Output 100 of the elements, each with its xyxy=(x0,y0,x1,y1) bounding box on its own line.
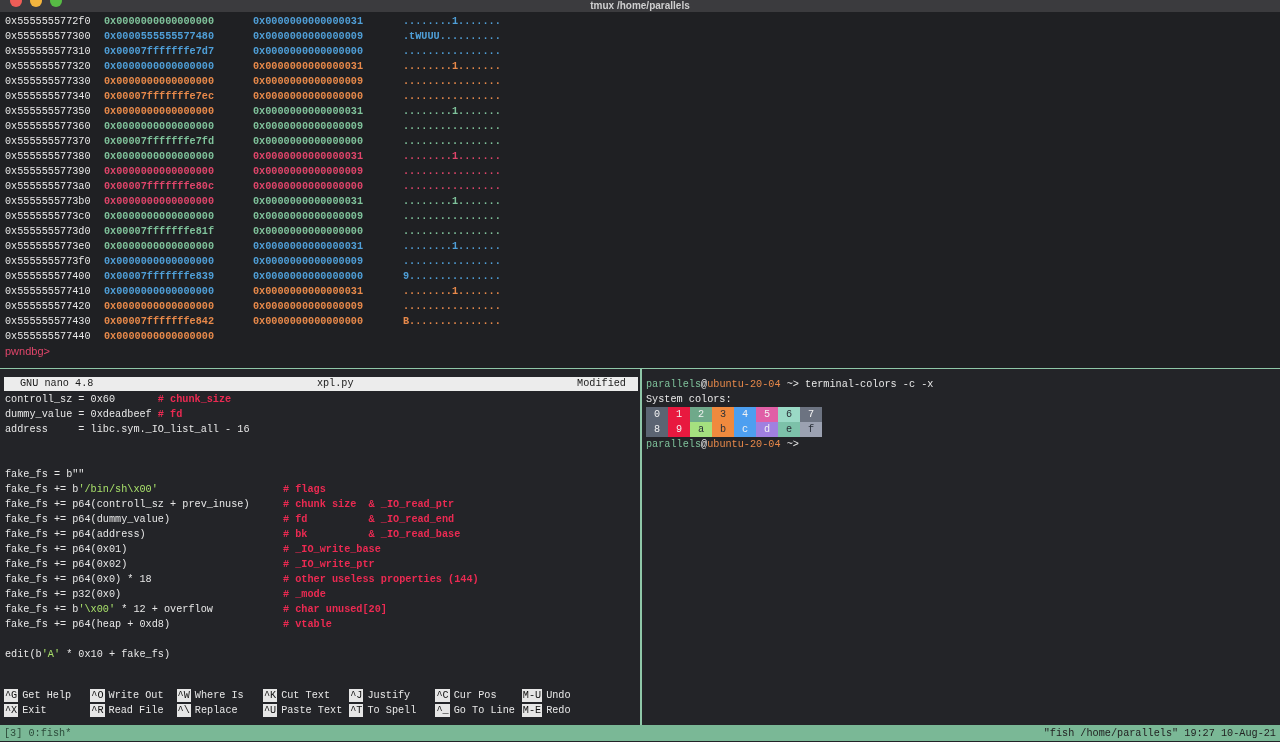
code-comment: # bk & _IO_read_base xyxy=(283,528,462,542)
color-swatch: 1 xyxy=(668,407,690,422)
ascii-dump: ................ xyxy=(403,225,502,239)
color-swatch: a xyxy=(690,422,712,437)
hex-value: 0x0000000000000009 xyxy=(253,210,365,224)
ascii-dump: ................ xyxy=(403,180,502,194)
ascii-dump: ................ xyxy=(403,75,502,89)
color-swatch: 2 xyxy=(690,407,712,422)
color-swatch: 8 xyxy=(646,422,668,437)
hex-value: 0x0000000000000009 xyxy=(253,120,365,134)
code-line: fake_fs += p64(0x02) xyxy=(5,558,129,572)
shortcut-label: Justify xyxy=(367,689,411,703)
code-comment: # chunk size & _IO_read_ptr xyxy=(283,498,456,512)
hex-value: 0x00007fffffffe839 xyxy=(104,270,216,284)
hex-value: 0x0000000000000000 xyxy=(253,270,365,284)
prompt-symbol: ~> xyxy=(786,439,799,450)
output-heading: System colors: xyxy=(646,393,733,407)
shortcut-key: ^R xyxy=(90,704,105,717)
color-swatch: 9 xyxy=(668,422,690,437)
code-line: fake_fs += b'/bin/sh\x00' xyxy=(5,483,159,497)
hex-value: 0x0000000000000000 xyxy=(253,180,365,194)
status-info: "fish /home/parallels" 19:27 10-Aug-21 xyxy=(1043,726,1276,741)
ascii-dump: B............... xyxy=(403,315,502,329)
hex-value: 0x00007fffffffe7fd xyxy=(104,135,216,149)
shortcut-key: ^J xyxy=(349,689,364,702)
shortcut-key: ^U xyxy=(262,704,278,717)
shortcut-label: Paste Text xyxy=(281,704,343,718)
prompt-user: parallels xyxy=(646,379,702,390)
prompt-host: ubuntu-20-04 xyxy=(707,379,781,390)
code-line: fake_fs += p32(0x0) xyxy=(5,588,123,602)
shortcut-label: Where Is xyxy=(194,689,244,703)
code-line: fake_fs += p64(0x01) xyxy=(5,543,129,557)
ascii-dump: .tWUUU.......... xyxy=(403,30,502,44)
ascii-dump: ................ xyxy=(403,300,502,314)
shortcut-label: Replace xyxy=(194,704,238,718)
shortcut-key: ^O xyxy=(90,689,105,702)
hex-value: 0x0000000000000000 xyxy=(104,255,216,269)
memory-address: 0x5555555773c0 xyxy=(5,210,92,224)
ascii-dump: ................ xyxy=(403,120,502,134)
memory-address: 0x5555555773d0 xyxy=(5,225,92,239)
hex-value: 0x00007fffffffe80c xyxy=(104,180,216,194)
hex-value: 0x0000000000000000 xyxy=(104,195,216,209)
color-swatch: f xyxy=(800,422,822,437)
prompt-symbol: ~> xyxy=(786,379,799,390)
code-line: fake_fs += p64(heap + 0xd8) xyxy=(5,618,172,632)
prompt-host: ubuntu-20-04 xyxy=(707,439,781,450)
memory-address: 0x555555577360 xyxy=(5,120,92,134)
ascii-dump: ................ xyxy=(403,165,502,179)
hex-value: 0x0000555555577480 xyxy=(104,30,216,44)
session-label: [3] 0:fish* xyxy=(4,726,72,741)
code-comment: # flags xyxy=(283,483,327,497)
hex-value: 0x0000000000000000 xyxy=(104,105,216,119)
hex-value: 0x0000000000000000 xyxy=(104,210,216,224)
hex-value: 0x00007fffffffe7d7 xyxy=(104,45,216,59)
memory-address: 0x555555577440 xyxy=(5,330,92,344)
hex-value: 0x0000000000000009 xyxy=(253,165,365,179)
hex-value: 0x0000000000000000 xyxy=(104,165,216,179)
ascii-dump: ........1....... xyxy=(403,15,502,29)
shortcut-key: ^G xyxy=(4,689,19,702)
memory-address: 0x555555577410 xyxy=(5,285,92,299)
hex-value: 0x0000000000000009 xyxy=(253,30,365,44)
color-swatch: b xyxy=(712,422,734,437)
window-title: tmux /home/parallels xyxy=(590,0,690,12)
hex-value: 0x0000000000000000 xyxy=(253,225,365,239)
shortcut-key: M-U xyxy=(521,689,543,702)
memory-address: 0x555555577350 xyxy=(5,105,92,119)
code-line: address = libc.sym._IO_list_all - 16 xyxy=(5,423,251,437)
color-swatch: 7 xyxy=(800,407,822,422)
ascii-dump: 9............... xyxy=(403,270,502,284)
shortcut-key: ^K xyxy=(262,689,278,702)
code-comment: # _mode xyxy=(283,588,327,602)
shortcut-label: Write Out xyxy=(108,689,164,703)
hex-value: 0x0000000000000000 xyxy=(253,45,365,59)
ascii-dump: ........1....... xyxy=(403,60,502,74)
code-comment: # fd & _IO_read_end xyxy=(283,513,456,527)
memory-address: 0x555555577300 xyxy=(5,30,92,44)
command-text: terminal-colors -c -x xyxy=(805,379,934,390)
hex-value: 0x0000000000000000 xyxy=(253,90,365,104)
code-comment: # other useless properties (144) xyxy=(283,573,480,587)
code-line: fake_fs = b"" xyxy=(5,468,86,482)
shortcut-key: ^\ xyxy=(176,704,191,717)
code-line: edit(b'A' * 0x10 + fake_fs) xyxy=(5,648,172,662)
shortcut-key: ^_ xyxy=(435,704,450,717)
color-swatch: 3 xyxy=(712,407,734,422)
hex-value: 0x0000000000000000 xyxy=(104,120,216,134)
code-line: fake_fs += p64(dummy_value) xyxy=(5,513,172,527)
code-line: fake_fs += p64(0x0) * 18 xyxy=(5,573,153,587)
shortcut-key: ^T xyxy=(349,704,364,717)
code-line: fake_fs += p64(address) xyxy=(5,528,147,542)
memory-address: 0x555555577370 xyxy=(5,135,92,149)
color-swatch: c xyxy=(734,422,756,437)
memory-address: 0x555555577310 xyxy=(5,45,92,59)
hex-value: 0x0000000000000000 xyxy=(104,285,216,299)
color-swatch: 6 xyxy=(778,407,800,422)
ascii-dump: ........1....... xyxy=(403,195,502,209)
code-comment: # char unused[20] xyxy=(283,603,388,617)
hex-value: 0x0000000000000000 xyxy=(104,330,216,344)
editor-name: GNU nano 4.8 xyxy=(20,377,94,391)
hex-value: 0x0000000000000000 xyxy=(104,15,216,29)
ascii-dump: ................ xyxy=(403,210,502,224)
